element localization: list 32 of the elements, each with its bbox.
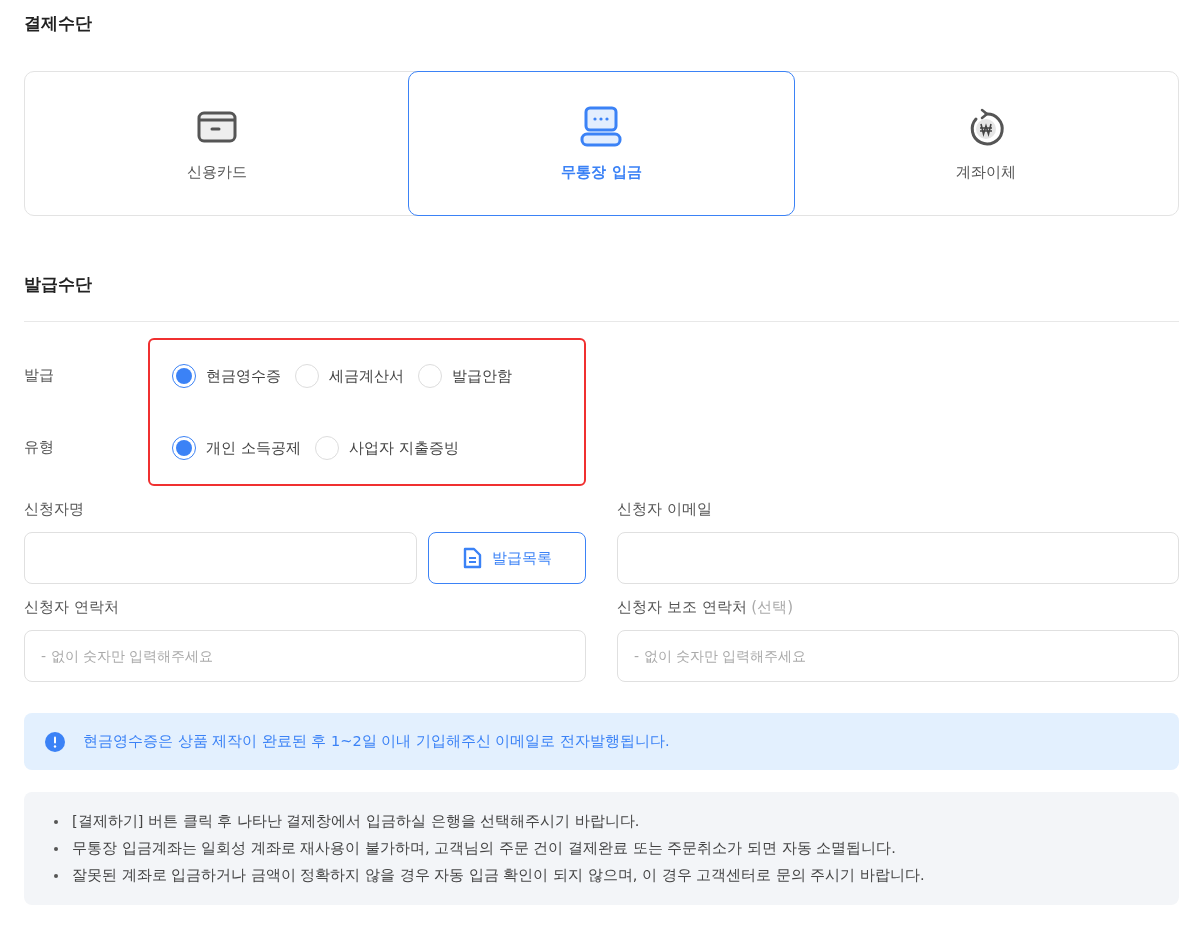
field-label: 신청자 이메일 (617, 499, 713, 520)
radio-label[interactable]: 세금계산서 (329, 366, 404, 386)
document-icon (462, 547, 482, 569)
exclamation-icon (45, 731, 65, 752)
radio-label[interactable]: 사업자 지출증빙 (348, 438, 459, 458)
field-label: 신청자명 (24, 499, 85, 520)
info-text: 현금영수증은 상품 제작이 완료된 후 1~2일 이내 기입해주신 이메일로 전자발행됩니다. (83, 732, 670, 751)
optional-note: (선택) (751, 598, 794, 616)
notice-text: 무통장 입금계좌는 일회성 계좌로 재사용이 불가하며, 고객님의 주문 건이 결제완료 또는 주문취소가 되면 자동 소멸됩니다. (72, 839, 896, 858)
input-field[interactable]: - 없이 숫자만 입력해주세요 (24, 630, 586, 682)
bullet-icon (54, 819, 58, 824)
section-title: 결제수단 (24, 12, 93, 35)
field-label: 신청자 연락처 (24, 597, 120, 618)
computer-icon (579, 105, 624, 149)
input-field[interactable] (617, 532, 1179, 584)
section-title: 발급수단 (24, 273, 93, 296)
payment-method-option[interactable]: 계좌이체 (792, 71, 1179, 216)
issue-list-button[interactable]: 발급목록 (428, 532, 586, 584)
radio-label[interactable]: 발급안함 (452, 366, 512, 386)
payment-method-option[interactable]: 신용카드 (24, 71, 411, 216)
radio-label[interactable]: 개인 소득공제 (206, 438, 301, 458)
notice-text: [결제하기] 버튼 클릭 후 나타난 결제창에서 입금하실 은행을 선택해주시기 바랍니다. (72, 812, 640, 831)
bullet-icon (54, 873, 58, 878)
bullet-icon (54, 846, 58, 851)
field-label: 신청자 보조 연락처 (617, 598, 747, 616)
input-field[interactable] (24, 532, 417, 584)
row-label: 발급 (24, 365, 54, 385)
payment-method-option[interactable]: 무통장 입금 (408, 71, 795, 216)
radio-label[interactable]: 현금영수증 (206, 366, 281, 386)
notice-text: 잘못된 계좌로 입금하거나 금액이 정확하지 않을 경우 자동 입금 확인이 되지 않으며, 이 경우 고객센터로 문의 주시기 바랍니다. (72, 866, 925, 885)
input-field[interactable]: - 없이 숫자만 입력해주세요 (617, 630, 1179, 682)
row-label: 유형 (24, 437, 54, 457)
